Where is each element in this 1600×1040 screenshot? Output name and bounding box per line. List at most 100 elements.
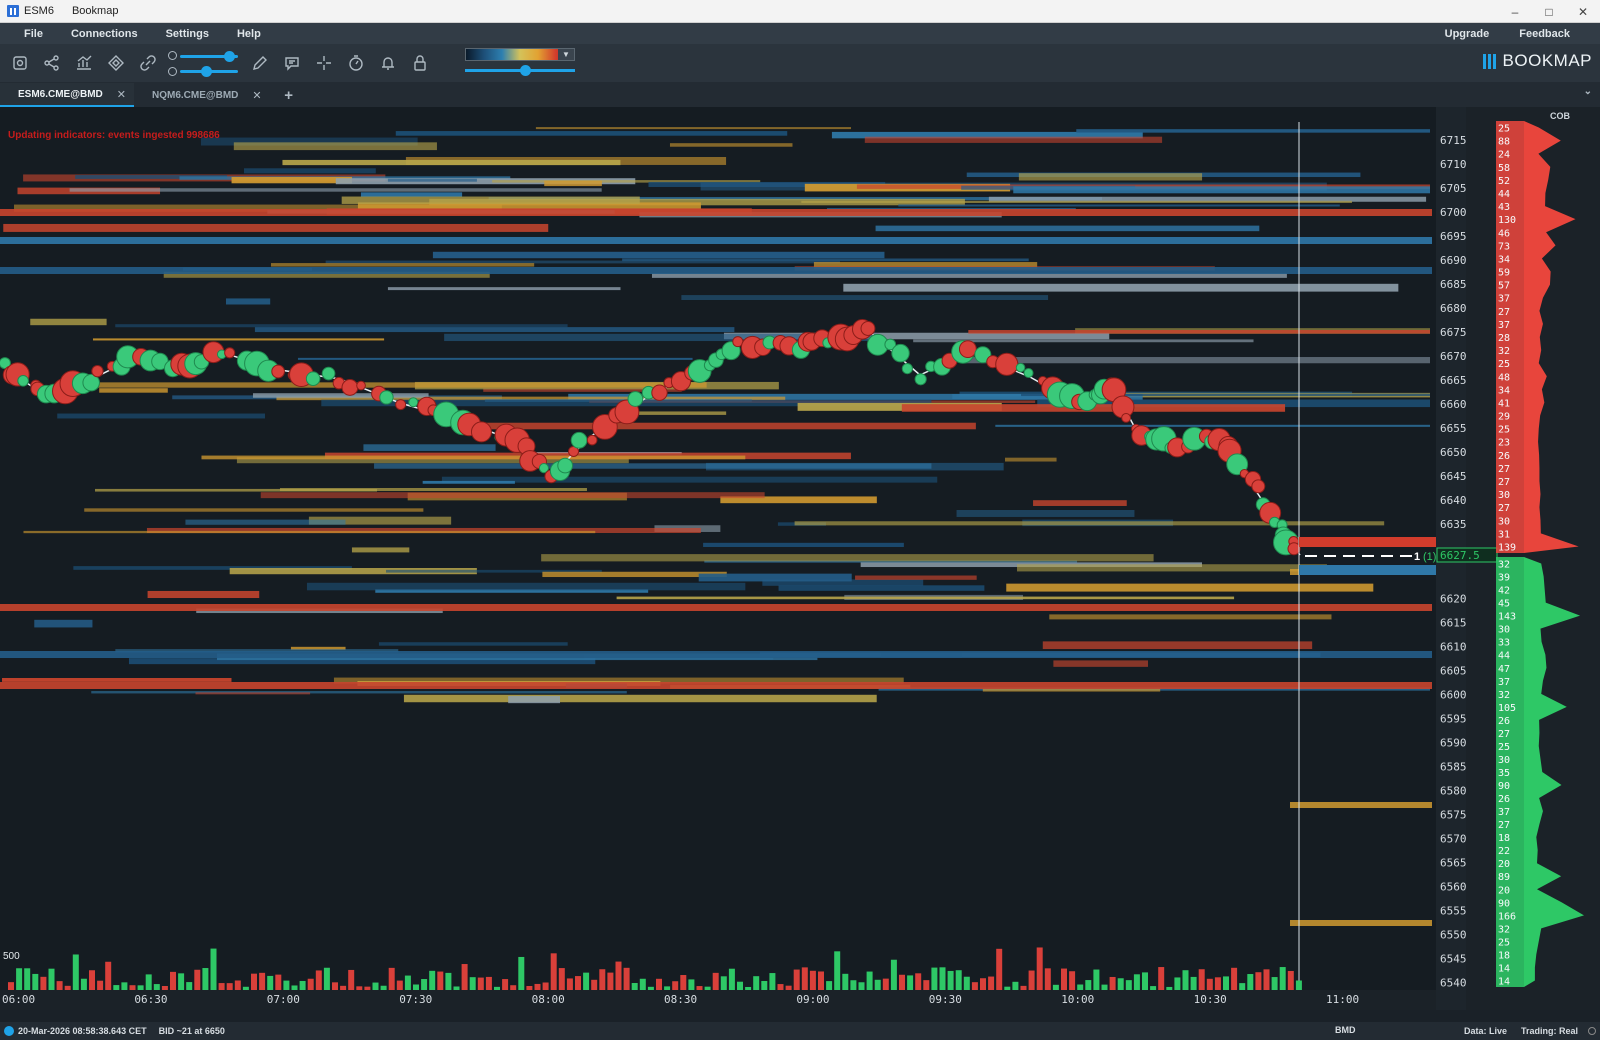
sell-trade-bubble[interactable]	[395, 399, 407, 411]
info-icon[interactable]	[4, 1026, 14, 1036]
timer-icon[interactable]	[344, 51, 368, 75]
chevron-down-icon[interactable]: ▼	[558, 49, 574, 60]
contrast-slider-knob[interactable]	[224, 51, 236, 62]
buy-trade-bubble[interactable]	[1023, 367, 1034, 379]
liquidity-band	[260, 492, 765, 499]
buy-trade-bubble[interactable]	[379, 390, 394, 405]
heatmap-color-selector[interactable]: ▼	[465, 48, 575, 61]
heatmap-settings-icon[interactable]	[104, 51, 128, 75]
liquidity-band	[651, 273, 1287, 278]
close-tab-icon[interactable]: ✕	[252, 89, 261, 102]
menu-file[interactable]: File	[24, 28, 43, 40]
volume-bar	[842, 973, 849, 990]
sell-trade-bubble[interactable]	[470, 421, 492, 443]
alerts-icon[interactable]	[376, 51, 400, 75]
buy-trade-bubble[interactable]	[17, 374, 29, 387]
connections-icon[interactable]	[40, 51, 64, 75]
time-tick-label: 06:00	[2, 993, 35, 1006]
buy-trade-bubble[interactable]	[914, 373, 927, 386]
sell-trade-bubble[interactable]	[860, 321, 876, 336]
buy-trade-bubble[interactable]	[891, 343, 910, 363]
upgrade-button[interactable]: Upgrade	[1445, 28, 1490, 40]
crosshair-icon[interactable]	[312, 51, 336, 75]
tabs-menu-chevron-icon[interactable]: ⌄	[1584, 86, 1592, 97]
liquidity-band	[681, 295, 1049, 301]
liquidity-band	[2, 677, 232, 682]
heatmap-svg[interactable]: 1 (1) 6715 6710 6705 6700 6695 6690 6685 6680 6675…	[0, 107, 1600, 1010]
price-tick-label: 6585	[1440, 761, 1467, 774]
sell-trade-bubble[interactable]	[586, 434, 598, 446]
volume-bar	[291, 985, 298, 990]
buy-trade-bubble[interactable]	[305, 371, 321, 386]
menu-connections[interactable]: Connections	[71, 28, 138, 40]
cob-value-label: 52	[1498, 176, 1510, 187]
buy-trade-bubble[interactable]	[627, 391, 644, 407]
volume-bar	[688, 979, 695, 990]
volume-bar	[1231, 967, 1238, 990]
cob-value-label: 39	[1498, 573, 1510, 584]
maximize-icon[interactable]: □	[1532, 0, 1566, 23]
lock-icon[interactable]	[408, 51, 432, 75]
indicators-icon[interactable]	[72, 51, 96, 75]
buy-trade-bubble[interactable]	[557, 457, 574, 474]
sell-trade-bubble[interactable]	[995, 352, 1019, 376]
price-tick-label: 6560	[1440, 881, 1467, 894]
window-app-name: Bookmap	[71, 5, 119, 17]
buy-trade-bubble[interactable]	[321, 366, 336, 381]
zoom-fit-icon[interactable]	[8, 51, 32, 75]
add-tab-icon[interactable]: +	[276, 83, 302, 107]
tab-esm6[interactable]: ESM6.CME@BMD ✕	[0, 83, 134, 107]
pencil-icon[interactable]	[248, 51, 272, 75]
sell-trade-bubble[interactable]	[1121, 412, 1132, 423]
cob-title: COB	[1550, 111, 1570, 121]
liquidity-level	[0, 604, 1432, 611]
sell-trade-bubble[interactable]	[651, 384, 668, 401]
brightness-slider-knob[interactable]	[200, 66, 212, 77]
tab-nqm6[interactable]: NQM6.CME@BMD ✕	[134, 83, 270, 107]
volume-bar	[534, 983, 541, 990]
price-tick-label: 6655	[1440, 422, 1467, 435]
menu-bar: File Connections Settings Help Upgrade F…	[0, 23, 1600, 44]
buy-trade-bubble[interactable]	[901, 363, 913, 375]
menu-settings[interactable]: Settings	[166, 28, 209, 40]
close-tab-icon[interactable]: ✕	[117, 88, 126, 101]
sell-trade-bubble[interactable]	[1287, 542, 1301, 556]
sell-trade-bubble[interactable]	[356, 380, 366, 391]
sell-trade-bubble[interactable]	[1251, 479, 1266, 494]
buy-trade-bubble[interactable]	[570, 431, 588, 449]
contrast-slider[interactable]	[180, 51, 238, 62]
link-icon[interactable]	[136, 51, 160, 75]
volume-bar	[1061, 968, 1067, 990]
volume-bar	[194, 969, 201, 990]
buy-trade-bubble[interactable]	[1015, 362, 1026, 373]
liquidity-band	[231, 176, 352, 184]
sell-trade-bubble[interactable]	[958, 340, 977, 359]
chat-icon[interactable]	[280, 51, 304, 75]
menu-help[interactable]: Help	[237, 28, 261, 40]
heatmap-intensity-knob[interactable]	[520, 65, 531, 76]
feedback-button[interactable]: Feedback	[1519, 28, 1570, 40]
sell-trade-bubble[interactable]	[91, 364, 104, 378]
cob-value-label: 30	[1498, 516, 1510, 527]
cob-value-label: 14	[1498, 963, 1510, 974]
sell-trade-bubble[interactable]	[341, 379, 359, 396]
price-tick-label: 6545	[1440, 953, 1467, 966]
liquidity-band	[360, 192, 463, 197]
cob-value-label: 44	[1498, 189, 1510, 200]
brightness-slider[interactable]	[180, 66, 238, 77]
buy-trade-bubble[interactable]	[408, 397, 419, 408]
sell-trade-bubble[interactable]	[271, 364, 285, 379]
volume-bar	[874, 979, 881, 990]
close-icon[interactable]: ✕	[1566, 0, 1600, 23]
sell-trade-bubble[interactable]	[224, 347, 236, 359]
cob-value-label: 32	[1498, 924, 1510, 935]
heatmap-chart[interactable]: 1 (1) 6715 6710 6705 6700 6695 6690 6685 6680 6675…	[0, 107, 1600, 1010]
price-tick-label: 6675	[1440, 326, 1467, 339]
volume-bar	[1158, 967, 1165, 990]
heatmap-intensity-slider[interactable]	[465, 65, 575, 76]
volume-bar	[137, 985, 144, 990]
volume-bar	[639, 978, 646, 990]
minimize-icon[interactable]: –	[1498, 0, 1532, 23]
volume-bar	[218, 983, 225, 990]
volume-bar	[793, 969, 800, 990]
